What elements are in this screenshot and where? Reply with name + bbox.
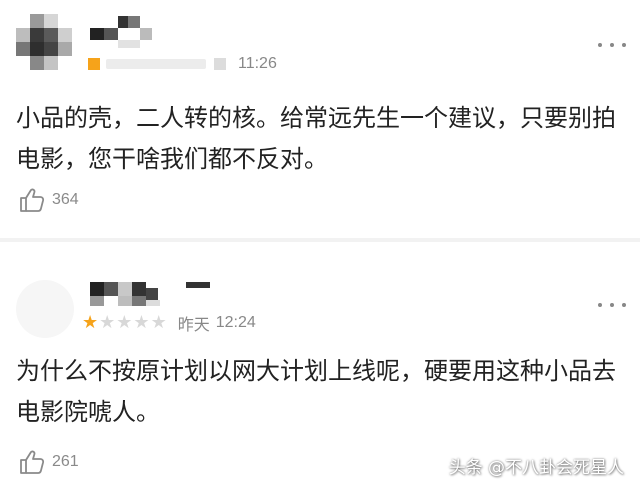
redacted-info [106,59,206,69]
more-dots-icon[interactable] [598,300,626,310]
like-button[interactable]: 261 [18,448,79,476]
like-button[interactable]: 364 [18,186,79,214]
comment-meta: 11:26 [88,54,277,74]
more-dots-icon[interactable] [598,40,626,50]
like-count: 261 [52,453,79,470]
star-icon: ★ [116,312,133,333]
star-icon: ★ [133,312,150,333]
comment-text: 为什么不按原计划以网大计划上线呢，硬要用这种小品去电影院唬人。 [16,357,616,426]
comment-card: ★ ★ ★ ★ ★ 昨天 12:24 为什么不按原计划以网大计划上线呢，硬要用这种小品去… [0,240,640,488]
level-badge [88,58,100,70]
star-icon: ★ [150,312,167,333]
like-count: 364 [52,191,79,208]
comment-card: 11:26 小品的壳，二人转的核。给常远先生一个建议，只要别拍电影，您干啥我们都… [0,0,640,240]
star-icon: ★ [99,312,116,333]
rating-stars: ★ ★ ★ ★ ★ [82,313,168,333]
comment-meta: ★ ★ ★ ★ ★ 昨天 12:24 [82,312,256,335]
avatar[interactable] [16,280,74,338]
thumbs-up-icon[interactable] [18,448,46,476]
star-icon: ★ [82,312,99,333]
redacted-info [214,58,226,70]
username-redacted[interactable] [90,14,160,54]
username-redacted[interactable] [90,278,220,308]
comment-text: 小品的壳，二人转的核。给常远先生一个建议，只要别拍电影，您干啥我们都不反对。 [16,104,616,173]
timestamp: 11:26 [238,55,277,72]
thumbs-up-icon[interactable] [18,186,46,214]
watermark: 头条 @不八卦会死星人 [448,458,624,478]
avatar[interactable] [16,14,76,72]
date-label: 昨天 [177,315,210,334]
timestamp: 12:24 [215,314,256,331]
